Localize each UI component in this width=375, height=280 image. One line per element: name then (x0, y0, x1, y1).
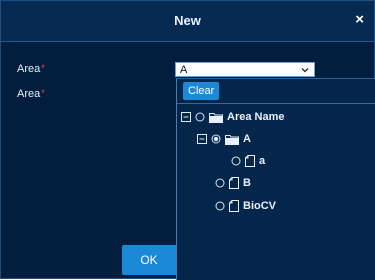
folder-icon (225, 134, 239, 145)
tree-node-a-folder[interactable]: A (197, 131, 251, 147)
radio-selected-icon[interactable] (211, 134, 221, 144)
collapse-icon[interactable] (181, 112, 191, 122)
radio-icon[interactable] (231, 156, 241, 166)
tree-node-label: BioCV (243, 200, 276, 212)
new-dialog: New × Area* Area* A Clear Area Name A a … (0, 0, 375, 280)
radio-icon[interactable] (215, 201, 225, 211)
dialog-titlebar: New × (1, 1, 374, 42)
area-select-value: A (180, 64, 188, 76)
close-icon[interactable]: × (355, 12, 364, 27)
area-label-text: Area (17, 63, 41, 75)
tree-node-b[interactable]: B (215, 175, 251, 191)
ok-button[interactable]: OK (122, 245, 176, 275)
tree-node-area-name[interactable]: Area Name (181, 109, 284, 125)
dialog-title: New (174, 13, 201, 28)
area-select[interactable]: A (175, 62, 315, 77)
area-label-text: Area (17, 88, 41, 100)
tree-node-a-file[interactable]: a (231, 153, 265, 169)
area-label-1: Area* (17, 63, 45, 75)
file-icon (229, 200, 239, 212)
chevron-down-icon[interactable] (300, 65, 310, 75)
tree-node-biocv[interactable]: BioCV (215, 198, 276, 214)
radio-icon[interactable] (195, 112, 205, 122)
tree-node-label: A (243, 133, 251, 145)
tree-node-label: B (243, 177, 251, 189)
tree-node-label: Area Name (227, 111, 285, 123)
tree-dropdown: Clear Area Name A a B BioCV (176, 78, 375, 280)
divider (177, 103, 375, 104)
tree-node-label: a (259, 155, 266, 167)
collapse-icon[interactable] (197, 134, 207, 144)
folder-icon (209, 112, 223, 123)
file-icon (245, 155, 255, 167)
file-icon (229, 177, 239, 189)
required-mark: * (41, 63, 45, 73)
area-label-2: Area* (17, 88, 45, 100)
clear-button[interactable]: Clear (183, 82, 220, 100)
radio-icon[interactable] (215, 178, 225, 188)
required-mark: * (41, 88, 45, 98)
